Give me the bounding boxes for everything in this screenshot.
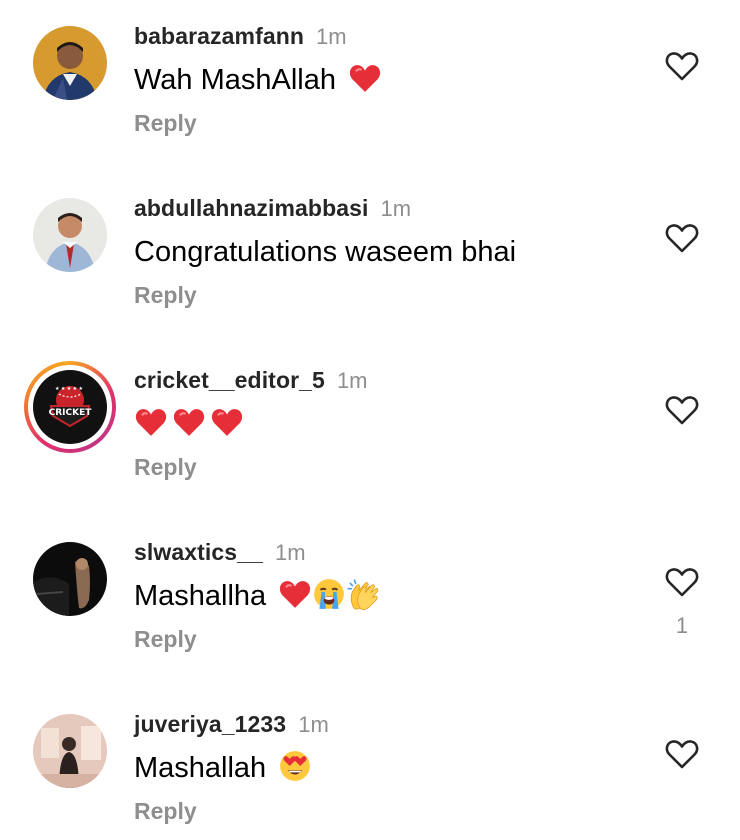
reply-button[interactable]: Reply bbox=[134, 108, 197, 138]
comment-meta: slwaxtics__ 1m bbox=[134, 537, 306, 567]
comment-item: slwaxtics__ 1m Mashallha Reply 1 bbox=[0, 516, 740, 688]
comment-body: Wah MashAllah bbox=[134, 64, 337, 96]
username[interactable]: slwaxtics__ bbox=[134, 539, 263, 565]
comment-text: Mashallha bbox=[134, 576, 380, 616]
avatar[interactable] bbox=[33, 542, 107, 616]
red-heart-emoji bbox=[348, 61, 382, 95]
heart-outline-icon[interactable] bbox=[664, 50, 700, 82]
crying-face-emoji bbox=[312, 577, 346, 611]
avatar-logo-text: CRICKET bbox=[49, 408, 93, 418]
username[interactable]: babarazamfann bbox=[134, 23, 304, 49]
heart-eyes-emoji bbox=[278, 749, 312, 783]
comment-text: Wah MashAllah bbox=[134, 60, 382, 100]
avatar[interactable]: CRICKET ★ ★ ★ ★ ★ bbox=[24, 361, 116, 453]
username[interactable]: cricket__editor_5 bbox=[134, 367, 325, 393]
timestamp: 1m bbox=[298, 712, 329, 737]
reply-button[interactable]: Reply bbox=[134, 452, 197, 482]
timestamp: 1m bbox=[380, 196, 412, 221]
heart-outline-icon[interactable] bbox=[664, 566, 700, 598]
comment-body: Mashallha bbox=[134, 580, 267, 612]
comment-item: CRICKET ★ ★ ★ ★ ★ cricket__editor_5 1m Re… bbox=[0, 344, 740, 516]
comment-body: Congratulations waseem bhai bbox=[134, 236, 517, 268]
heart-outline-icon[interactable] bbox=[664, 738, 700, 770]
reply-button[interactable]: Reply bbox=[134, 796, 197, 826]
avatar-image: CRICKET ★ ★ ★ ★ ★ bbox=[33, 370, 107, 444]
timestamp: 1m bbox=[274, 540, 306, 565]
avatar[interactable] bbox=[33, 198, 107, 272]
red-heart-emoji bbox=[134, 405, 168, 439]
heart-outline-icon[interactable] bbox=[664, 394, 700, 426]
clapping-hands-emoji bbox=[346, 577, 380, 611]
username[interactable]: juveriya_1233 bbox=[134, 711, 286, 737]
username[interactable]: abdullahnazimabbasi bbox=[134, 195, 369, 221]
comment-item: juveriya_1233 1m Mashallah Reply bbox=[0, 688, 740, 840]
comment-meta: juveriya_1233 1m bbox=[134, 709, 329, 739]
comment-meta: cricket__editor_5 1m bbox=[134, 365, 368, 395]
heart-outline-icon[interactable] bbox=[664, 222, 700, 254]
timestamp: 1m bbox=[316, 24, 347, 49]
comment-list: babarazamfann 1m Wah MashAllah Reply abd… bbox=[0, 0, 740, 840]
reply-button[interactable]: Reply bbox=[134, 280, 197, 310]
comment-item: abdullahnazimabbasi 1m Congratulations wa… bbox=[0, 172, 740, 344]
comment-item: babarazamfann 1m Wah MashAllah Reply bbox=[0, 0, 740, 172]
red-heart-emoji bbox=[210, 405, 244, 439]
comment-text: Congratulations waseem bhai bbox=[134, 232, 516, 272]
avatar[interactable] bbox=[33, 714, 107, 788]
comment-text: Mashallah bbox=[134, 748, 312, 788]
red-heart-emoji bbox=[172, 405, 206, 439]
comment-meta: abdullahnazimabbasi 1m bbox=[134, 193, 411, 223]
comment-text bbox=[134, 404, 244, 444]
red-heart-emoji bbox=[278, 577, 312, 611]
comment-body: Mashallah bbox=[134, 752, 267, 784]
avatar[interactable] bbox=[33, 26, 107, 100]
like-count: 1 bbox=[675, 613, 689, 638]
svg-text:★ ★ ★ ★ ★: ★ ★ ★ ★ ★ bbox=[55, 386, 83, 392]
timestamp: 1m bbox=[336, 368, 368, 393]
reply-button[interactable]: Reply bbox=[134, 624, 197, 654]
comment-meta: babarazamfann 1m bbox=[134, 21, 347, 51]
